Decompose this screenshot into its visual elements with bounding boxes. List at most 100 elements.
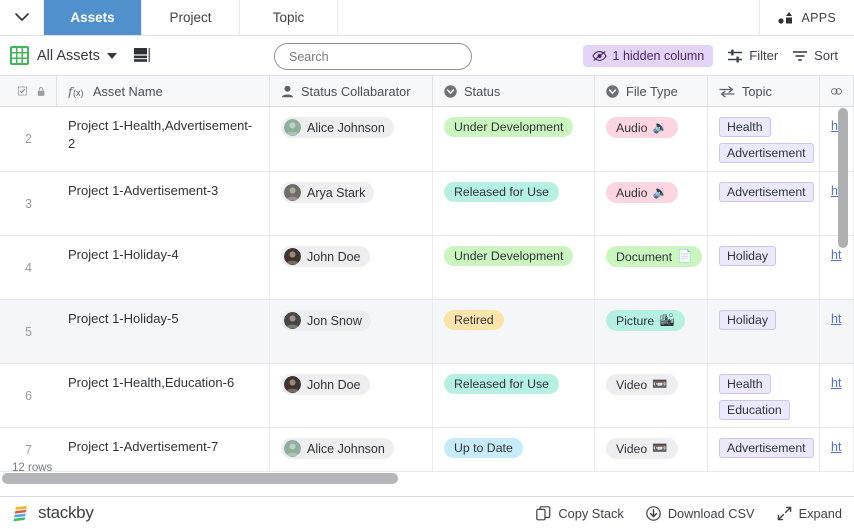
cell-asset-name[interactable]: Project 1-Advertisement-7: [57, 428, 270, 471]
eye-slash-icon: [591, 50, 607, 61]
cell-topic[interactable]: Holiday: [708, 236, 820, 299]
column-header-asset-name[interactable]: f (x) Asset Name: [57, 76, 270, 106]
topic-tag[interactable]: Health: [719, 374, 771, 394]
topic-tag[interactable]: Health: [719, 117, 771, 137]
cell-url[interactable]: ht: [820, 107, 854, 171]
search-input[interactable]: [274, 43, 472, 70]
row-number: 6: [25, 388, 32, 403]
link-record-icon: [719, 85, 735, 97]
topic-tag[interactable]: Advertisement: [719, 182, 814, 202]
formula-icon: f (x): [68, 85, 84, 98]
cell-file-type[interactable]: Audio 🔉: [595, 172, 708, 235]
collaborator-chip: John Doe: [281, 246, 370, 267]
cell-topic[interactable]: Advertisement: [708, 172, 820, 235]
column-header-file-type[interactable]: File Type: [595, 76, 708, 106]
cell-asset-name[interactable]: Project 1-Holiday-4: [57, 236, 270, 299]
svg-text:(x): (x): [73, 88, 84, 98]
hidden-columns-button[interactable]: 1 hidden column: [582, 44, 714, 67]
grid-body: 2 Project 1-Health,Advertisement-2 Alice J…: [0, 107, 854, 472]
cell-status-collabarator[interactable]: John Doe: [270, 236, 433, 299]
cell-status[interactable]: Under Development: [433, 107, 595, 171]
tab-assets[interactable]: Assets: [44, 0, 142, 35]
apps-button[interactable]: APPS: [760, 0, 854, 35]
column-header-status[interactable]: Status: [433, 76, 595, 106]
cell-file-type[interactable]: Video 📼: [595, 364, 708, 427]
topic-tag[interactable]: Advertisement: [719, 438, 814, 458]
horizontal-scrollbar-track[interactable]: [0, 473, 854, 484]
cell-topic[interactable]: Advertisement: [708, 428, 820, 471]
cell-url[interactable]: ht: [820, 300, 854, 363]
cell-status[interactable]: Up to Date: [433, 428, 595, 471]
column-header-status-collabarator[interactable]: Status Collabarator: [270, 76, 433, 106]
file-type-emoji-icon: 🔉: [652, 120, 668, 134]
collaborator-name: Alice Johnson: [307, 441, 385, 456]
url-link[interactable]: ht: [831, 440, 841, 454]
url-link[interactable]: ht: [831, 376, 841, 390]
filter-button[interactable]: Filter: [727, 48, 778, 63]
chevron-down-icon: [14, 13, 29, 22]
cell-status[interactable]: Retired: [433, 300, 595, 363]
cell-asset-name[interactable]: Project 1-Holiday-5: [57, 300, 270, 363]
table-row[interactable]: 3 Project 1-Advertisement-3 Arya Stark Rele…: [0, 172, 854, 236]
download-csv-button[interactable]: Download CSV: [646, 506, 755, 521]
horizontal-scrollbar-thumb[interactable]: [2, 473, 398, 484]
view-selector[interactable]: All Assets: [37, 48, 117, 64]
copy-icon: [536, 505, 551, 520]
cell-asset-name[interactable]: Project 1-Advertisement-3: [57, 172, 270, 235]
tab-topic[interactable]: Topic: [240, 0, 338, 35]
column-header-url[interactable]: [820, 76, 854, 106]
cell-asset-name[interactable]: Project 1-Health,Education-6: [57, 364, 270, 427]
column-header-topic[interactable]: Topic: [708, 76, 820, 106]
cell-status[interactable]: Released for Use: [433, 172, 595, 235]
topic-tag[interactable]: Advertisement: [719, 143, 814, 163]
row-number: 4: [25, 260, 32, 275]
cell-topic[interactable]: Holiday: [708, 300, 820, 363]
url-link[interactable]: ht: [831, 248, 841, 262]
tab-project-label: Project: [169, 10, 212, 25]
cell-topic[interactable]: Health Advertisement: [708, 107, 820, 171]
copy-stack-button[interactable]: Copy Stack: [536, 505, 624, 521]
cell-status-collabarator[interactable]: Jon Snow: [270, 300, 433, 363]
row-height-button[interactable]: [133, 47, 152, 64]
tab-bar-spacer: [338, 0, 761, 35]
cell-url[interactable]: ht: [820, 364, 854, 427]
sort-button[interactable]: Sort: [792, 48, 838, 63]
cell-status-collabarator[interactable]: Alice Johnson: [270, 107, 433, 171]
cell-status[interactable]: Released for Use: [433, 364, 595, 427]
cell-file-type[interactable]: Document 📄: [595, 236, 708, 299]
topic-tag[interactable]: Holiday: [719, 246, 777, 266]
column-header-select-all[interactable]: [0, 76, 57, 106]
table-row[interactable]: 4 Project 1-Holiday-4 John Doe Under Develo…: [0, 236, 854, 300]
cell-asset-name[interactable]: Project 1-Health,Advertisement-2: [57, 107, 270, 171]
filter-label: Filter: [749, 48, 779, 63]
topic-tag[interactable]: Education: [719, 400, 790, 420]
collaborator-chip: John Doe: [281, 374, 370, 395]
person-icon: [281, 85, 294, 97]
link-icon: [831, 87, 842, 95]
cell-topic[interactable]: Health Education: [708, 364, 820, 427]
cell-url[interactable]: ht: [820, 428, 854, 471]
cell-file-type[interactable]: Video 📼: [595, 428, 708, 471]
tab-project[interactable]: Project: [142, 0, 240, 35]
vertical-scrollbar[interactable]: [838, 108, 848, 248]
cell-file-type[interactable]: Picture 🏙: [595, 300, 708, 363]
cell-status-collabarator[interactable]: Alice Johnson: [270, 428, 433, 471]
table-row[interactable]: 7 Project 1-Advertisement-7 Alice Johnson U…: [0, 428, 854, 472]
expand-button[interactable]: Expand: [777, 506, 842, 521]
table-row[interactable]: 5 Project 1-Holiday-5 Jon Snow Retired Pictu…: [0, 300, 854, 364]
collaborator-chip: Arya Stark: [281, 182, 375, 203]
stackby-logo: [13, 505, 27, 521]
cell-status-collabarator[interactable]: John Doe: [270, 364, 433, 427]
tab-list-dropdown[interactable]: [0, 0, 44, 35]
table-row[interactable]: 6 Project 1-Health,Education-6 John Doe Rel…: [0, 364, 854, 428]
cell-file-type[interactable]: Audio 🔉: [595, 107, 708, 171]
cell-url[interactable]: ht: [820, 236, 854, 299]
cell-status-collabarator[interactable]: Arya Stark: [270, 172, 433, 235]
table-row[interactable]: 2 Project 1-Health,Advertisement-2 Alice J…: [0, 107, 854, 172]
column-header-file-type-label: File Type: [626, 83, 678, 99]
download-csv-label: Download CSV: [667, 505, 755, 521]
cell-url[interactable]: ht: [820, 172, 854, 235]
cell-status[interactable]: Under Development: [433, 236, 595, 299]
url-link[interactable]: ht: [831, 312, 841, 326]
topic-tag[interactable]: Holiday: [719, 310, 777, 330]
